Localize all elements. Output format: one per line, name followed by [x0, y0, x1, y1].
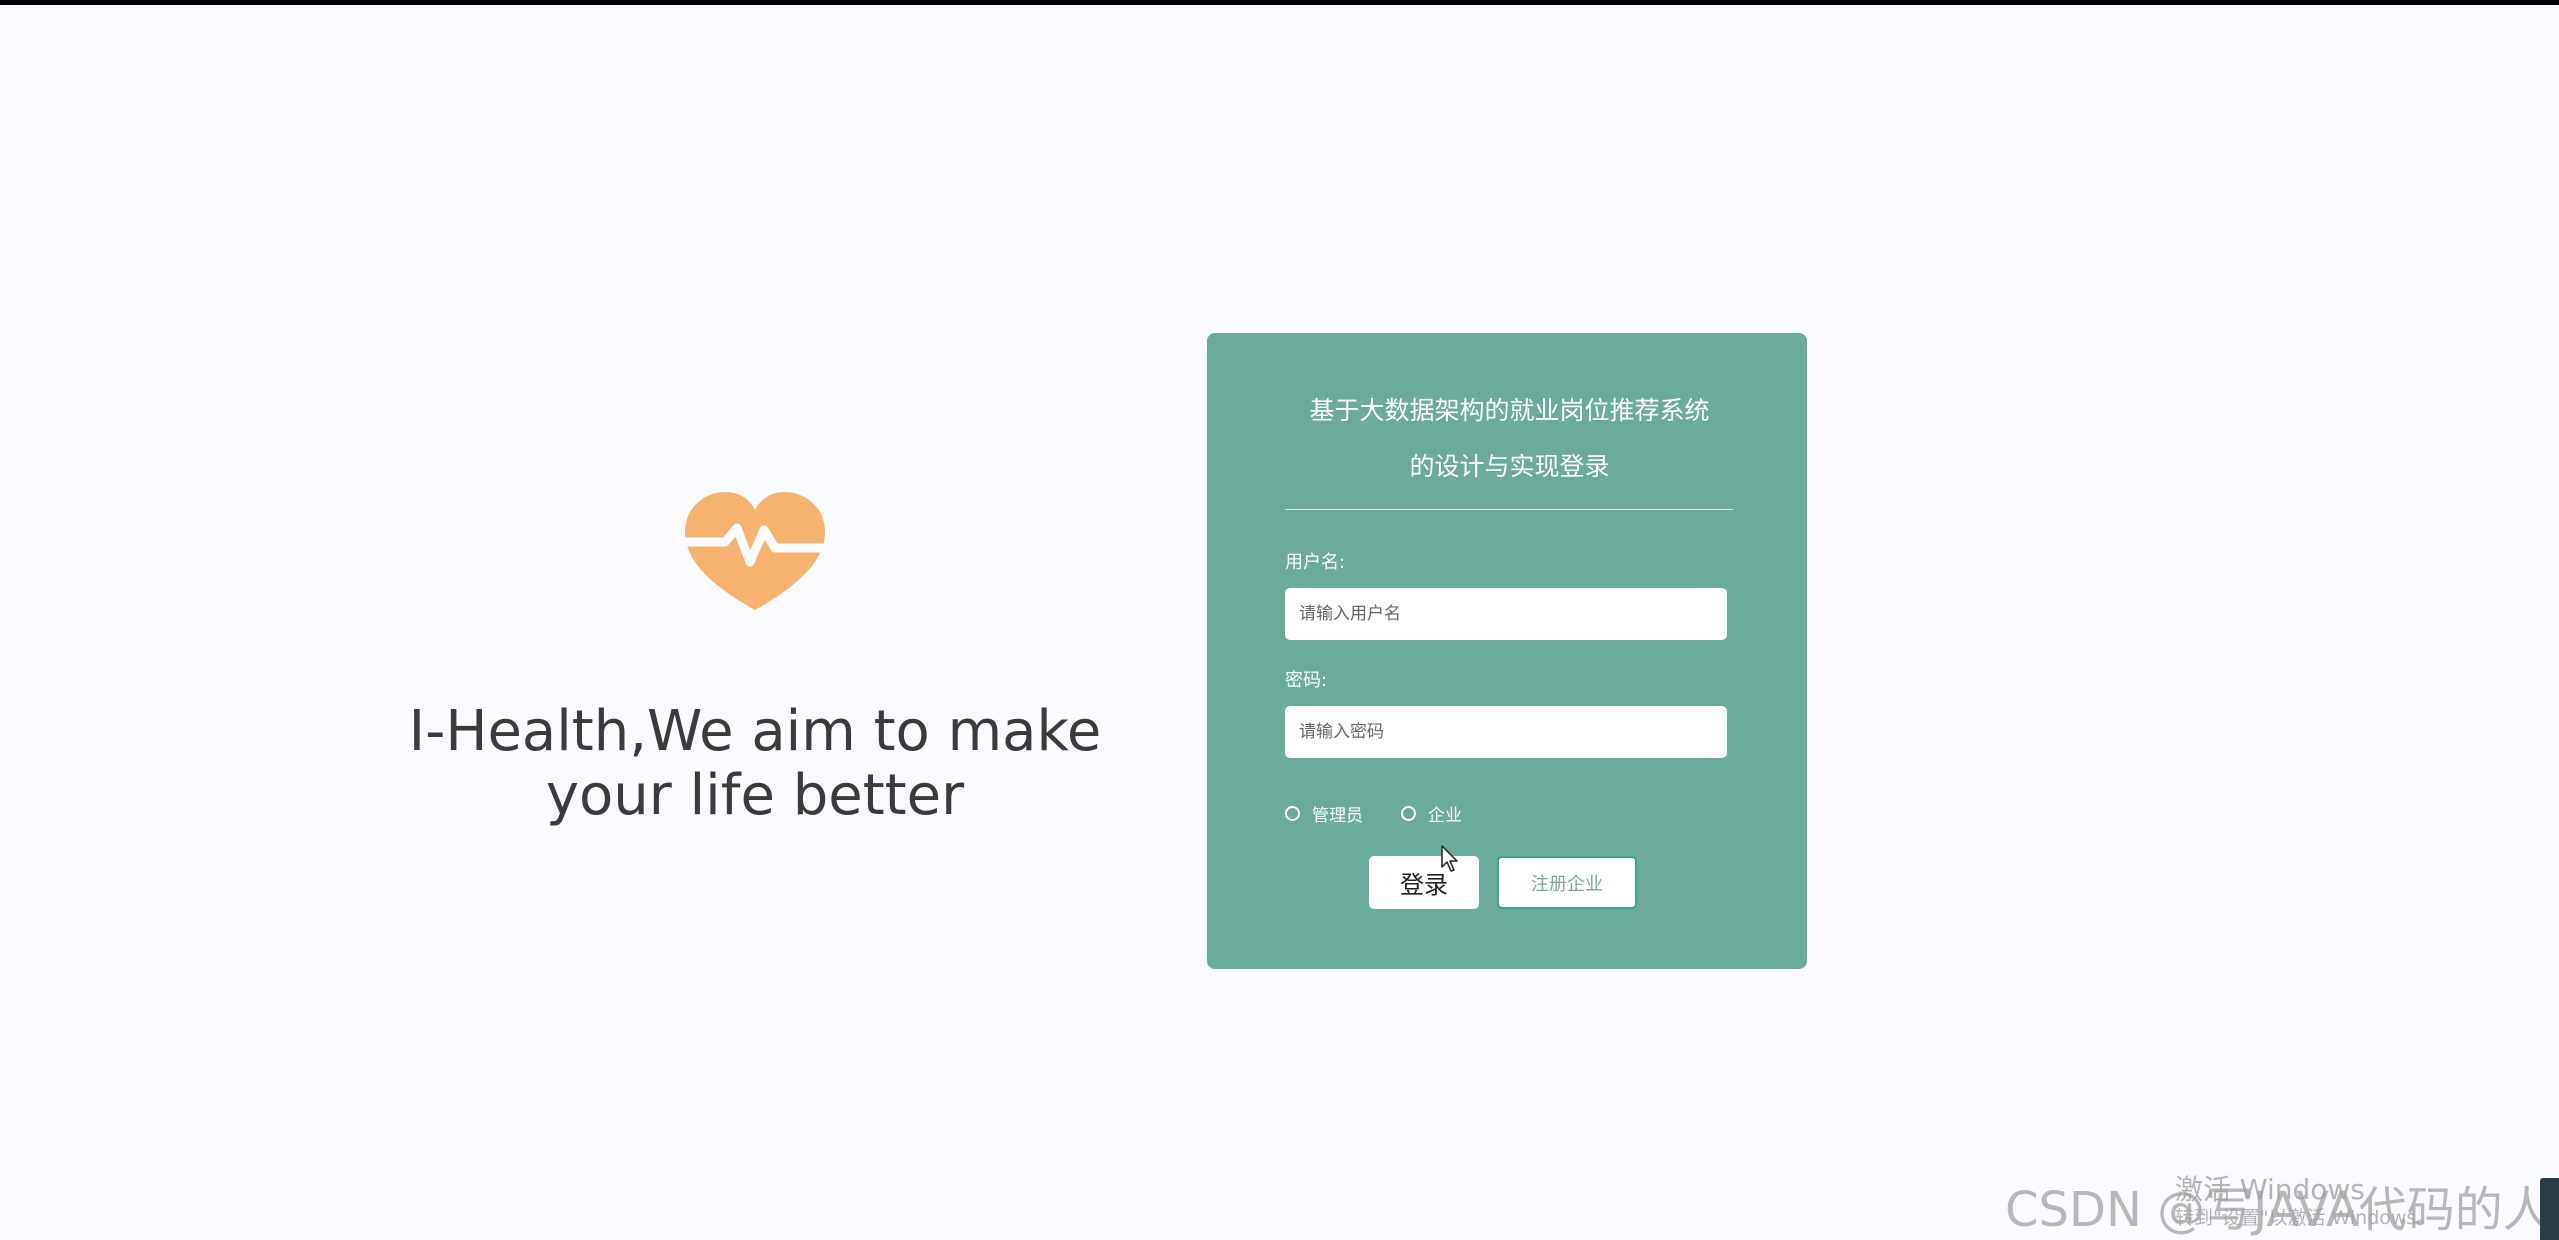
username-input[interactable]	[1285, 588, 1727, 640]
password-label: 密码:	[1285, 670, 1328, 691]
brand-slogan: I-Health,We aim to make your life better	[380, 700, 1130, 828]
slogan-line-1: I-Health,We aim to make	[408, 699, 1102, 764]
role-label-enterprise: 企业	[1428, 805, 1462, 826]
role-radio-admin[interactable]: 管理员	[1285, 801, 1363, 826]
register-enterprise-button[interactable]: 注册企业	[1497, 856, 1637, 909]
login-title-line-2: 的设计与实现登录	[1409, 452, 1610, 481]
mouse-cursor-icon	[1441, 845, 1461, 875]
login-title-line-1: 基于大数据架构的就业岗位推荐系统	[1309, 396, 1710, 425]
username-label: 用户名:	[1285, 552, 1346, 573]
role-radio-group: 管理员 企业	[1285, 798, 1500, 828]
csdn-watermark: CSDN @写JAVA代码的人	[2005, 1182, 2551, 1238]
slogan-line-2: your life better	[545, 763, 965, 828]
role-label-admin: 管理员	[1312, 805, 1363, 826]
heartbeat-heart-icon	[680, 490, 830, 620]
login-button[interactable]: 登录	[1369, 856, 1479, 909]
radio-circle-icon[interactable]	[1401, 805, 1416, 821]
top-border	[0, 0, 2559, 5]
radio-circle-icon[interactable]	[1285, 805, 1300, 821]
role-radio-enterprise[interactable]: 企业	[1401, 801, 1462, 826]
title-divider	[1285, 509, 1733, 510]
login-card: 基于大数据架构的就业岗位推荐系统 的设计与实现登录 用户名: 密码: 管理员 企…	[1207, 333, 1807, 969]
password-input[interactable]	[1285, 706, 1727, 758]
login-title: 基于大数据架构的就业岗位推荐系统 的设计与实现登录	[1287, 383, 1732, 495]
taskbar-app-icon[interactable]	[2540, 1178, 2559, 1240]
